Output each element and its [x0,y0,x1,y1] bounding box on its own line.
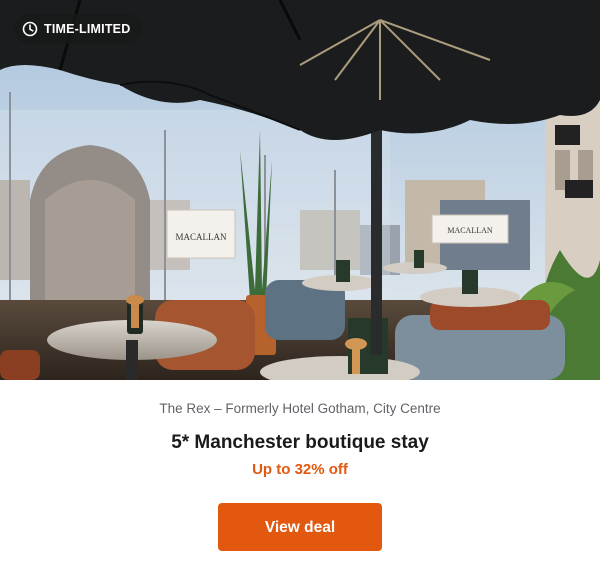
hero-image[interactable]: MACALLAN MACALLAN TIME-LIMITED [0,0,600,380]
deal-offer: Up to 32% off [252,461,348,478]
svg-text:MACALLAN: MACALLAN [447,226,493,235]
rooftop-terrace-photo: MACALLAN MACALLAN [0,0,600,380]
deal-card[interactable]: MACALLAN MACALLAN TIME-LIMITED The Rex –… [0,0,600,575]
svg-text:MACALLAN: MACALLAN [176,232,227,242]
view-deal-button[interactable]: View deal [218,503,382,551]
deal-title[interactable]: 5* Manchester boutique stay [0,431,600,455]
deal-location: The Rex – Formerly Hotel Gotham, City Ce… [159,401,441,416]
clock-icon [22,21,38,37]
time-limited-badge: TIME-LIMITED [14,14,143,44]
deal-details: The Rex – Formerly Hotel Gotham, City Ce… [0,401,600,551]
badge-label: TIME-LIMITED [44,22,131,36]
